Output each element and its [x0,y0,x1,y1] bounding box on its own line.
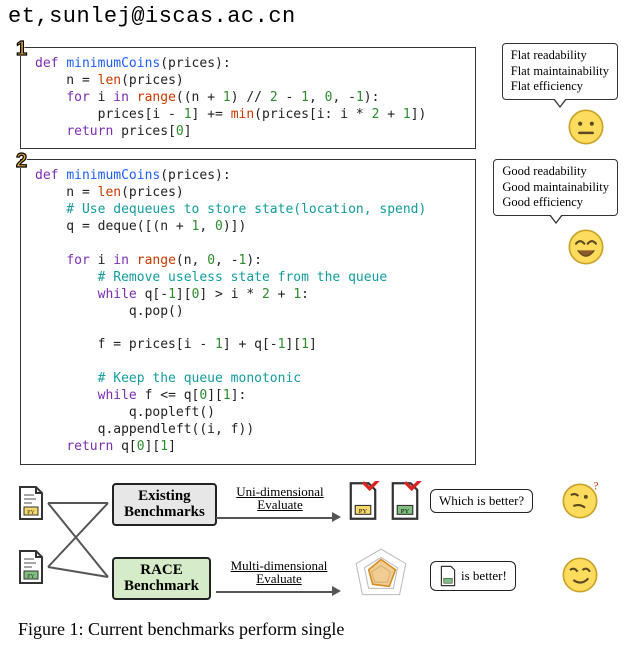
existing-line: Existing [124,488,205,505]
which-better-bubble: Which is better? [430,489,533,513]
python-file-icon: PY [16,485,46,521]
bubble2-line: Good readability [502,164,609,180]
code-panel-2: 2 def minimumCoins(prices): n = len(pric… [20,159,476,464]
python-file-icon: PY [16,549,46,585]
branch-lines-icon [44,483,114,603]
smirk-face-icon [560,555,600,595]
neutral-face-icon [566,107,606,147]
bubble2-line: Good maintainability [502,180,609,196]
svg-text:PY: PY [27,510,35,516]
code-block-1: def minimumCoins(prices): n = len(prices… [35,56,465,140]
file-check-icon: PY [346,481,380,521]
race-line: Benchmark [124,578,199,595]
multi-dimensional-label: Multi-dimensional Evaluate [216,559,342,586]
happy-face-icon [566,227,606,267]
is-better-bubble: is better! [430,561,516,591]
svg-text:PY: PY [359,508,368,515]
radar-chart-icon [350,545,412,607]
uni-dimensional-label: Uni-dimensional Evaluate [220,485,340,512]
svg-text:PY: PY [401,508,410,515]
panel-badge-2: 2 [16,150,38,176]
svg-text:PY: PY [27,574,35,580]
thinking-face-icon: ? [560,481,600,521]
race-benchmark-box: RACE Benchmark [112,557,211,600]
race-line: RACE [124,562,199,579]
benchmark-diagram: PY PY Existing Benchmarks RACE Benchmark… [16,479,620,609]
small-file-icon [439,565,457,587]
header-email-fragment: et,sunlej@iscas.ac.cn [0,0,636,39]
bubble1-line: Flat maintainability [511,64,609,80]
bubble1-line: Flat readability [511,48,609,64]
existing-line: Benchmarks [124,504,205,521]
code-block-2: def minimumCoins(prices): n = len(prices… [35,168,465,455]
figure-caption: Figure 1: Current benchmarks perform sin… [0,609,636,646]
existing-benchmarks-box: Existing Benchmarks [112,483,217,526]
assessment-bubble-2: Good readability Good maintainability Go… [493,159,618,216]
panel-badge-1: 1 [16,38,38,64]
bubble1-line: Flat efficiency [511,79,609,95]
bubble2-line: Good efficiency [502,195,609,211]
code-panel-1: 1 def minimumCoins(prices): n = len(pric… [20,47,476,149]
assessment-bubble-1: Flat readability Flat maintainability Fl… [502,43,618,100]
file-check-icon: PY [388,481,422,521]
svg-text:?: ? [593,481,598,492]
